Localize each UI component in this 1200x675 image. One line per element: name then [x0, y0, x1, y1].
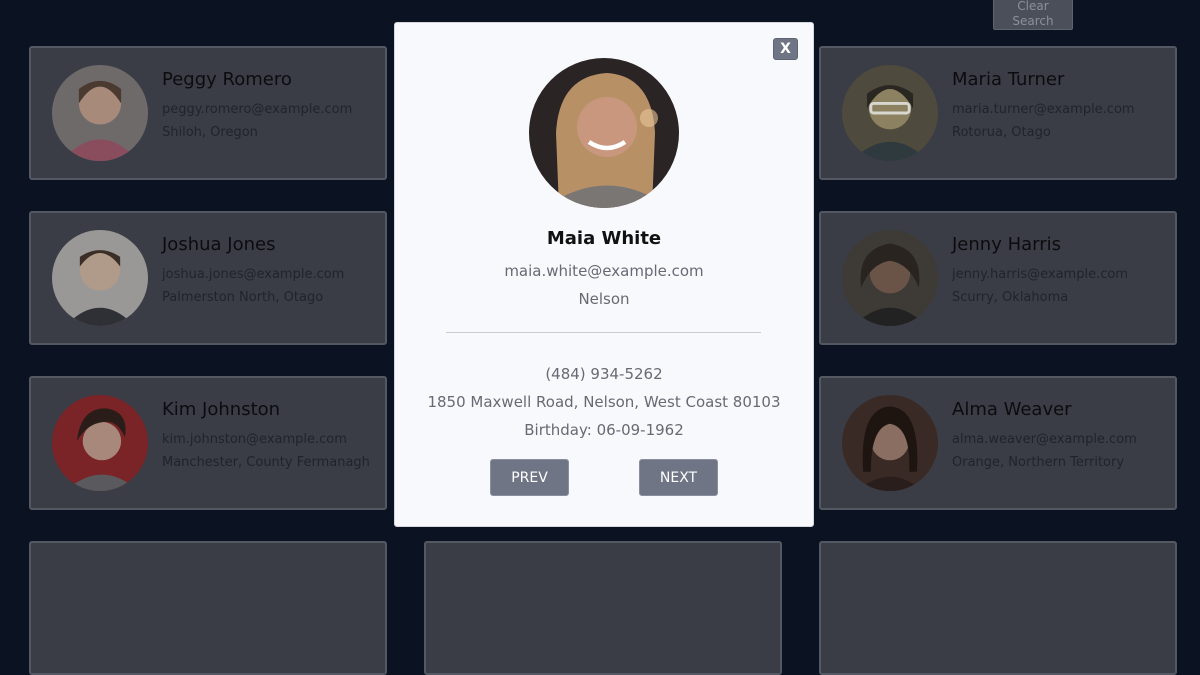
employee-card[interactable] — [424, 541, 782, 675]
modal-employee-name: Maia White — [546, 228, 662, 249]
modal-employee-address: 1850 Maxwell Road, Nelson, West Coast 80… — [427, 393, 781, 411]
modal-employee-birthday: Birthday: 06-09-1962 — [524, 421, 684, 439]
employee-detail-modal: X Maia White maia.white@example.com Nels… — [394, 22, 814, 527]
modal-avatar — [529, 58, 679, 208]
prev-button[interactable]: PREV — [490, 459, 569, 496]
next-button[interactable]: NEXT — [639, 459, 718, 496]
modal-employee-city: Nelson — [578, 290, 630, 308]
close-modal-button[interactable]: X — [773, 38, 798, 60]
employee-card[interactable] — [819, 541, 1177, 675]
employee-card[interactable] — [29, 541, 387, 675]
modal-employee-phone: (484) 934-5262 — [545, 365, 663, 383]
modal-divider — [446, 332, 761, 333]
modal-employee-email: maia.white@example.com — [504, 262, 704, 280]
